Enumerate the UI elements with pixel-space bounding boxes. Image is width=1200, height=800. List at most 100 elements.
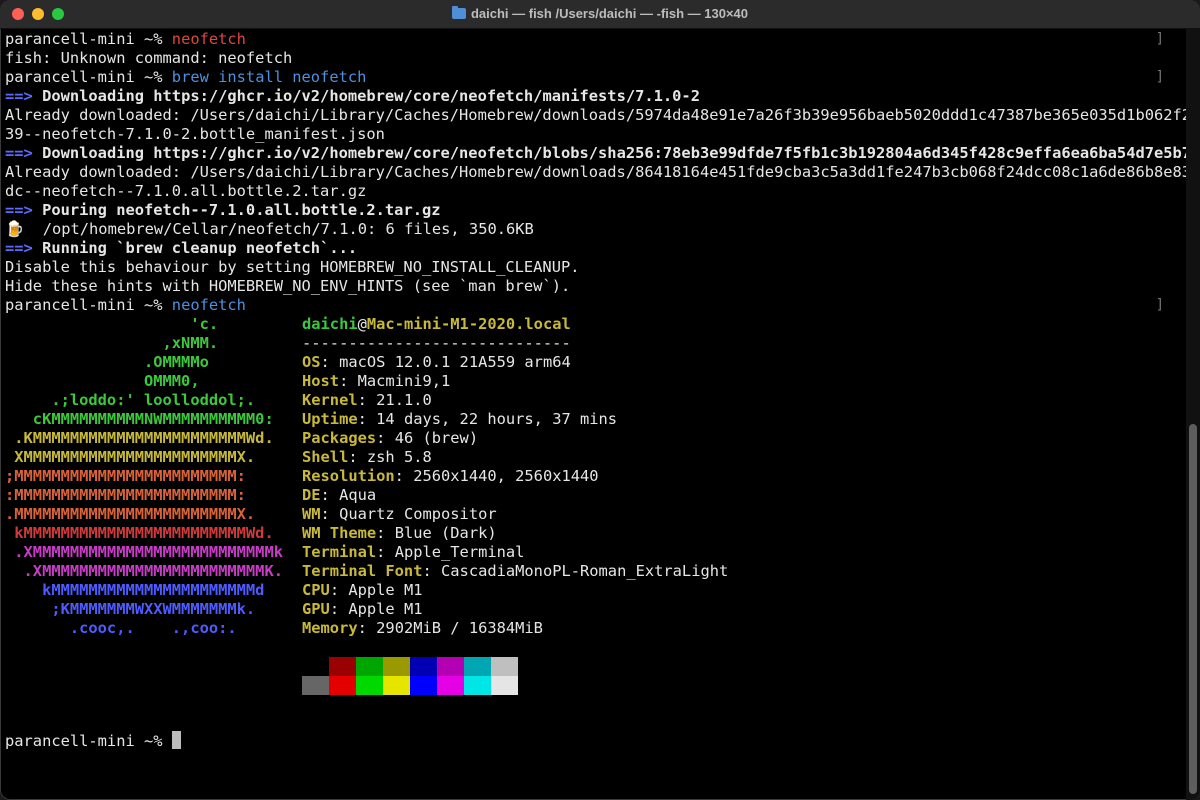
neofetch-value: macOS 12.0.1 21A559 arm64 bbox=[339, 353, 571, 371]
neofetch-user: daichi bbox=[302, 315, 358, 333]
neofetch-value: CascadiaMonoPL-Roman_ExtraLight bbox=[441, 562, 729, 580]
neofetch-key: Host bbox=[302, 372, 340, 390]
folder-icon bbox=[451, 6, 466, 19]
neofetch-key: OS bbox=[302, 353, 321, 371]
neofetch-colon: : bbox=[376, 543, 395, 561]
apple-logo-line: .XMMMMMMMMMMMMMMMMMMMMMMMMK. bbox=[5, 562, 283, 580]
neofetch-value: Apple_Terminal bbox=[394, 543, 525, 561]
neofetch-value: 2902MiB / 16384MiB bbox=[376, 619, 543, 637]
apple-logo-line: ;KMMMMMMMWXXWMMMMMMMk. bbox=[5, 600, 256, 618]
terminal-line: 39--neofetch-7.1.0-2.bottle_manifest.jso… bbox=[5, 125, 385, 144]
neofetch-header: daichi@Mac-mini-M1-2020.local bbox=[302, 315, 571, 334]
output-text: /opt/homebrew/Cellar/neofetch/7.1.0: 6 f… bbox=[24, 220, 534, 238]
terminal-line: Already downloaded: /Users/daichi/Librar… bbox=[5, 163, 1200, 182]
neofetch-colon: : bbox=[422, 562, 442, 580]
neofetch-value: Aqua bbox=[339, 486, 377, 504]
apple-logo-line: .KMMMMMMMMMMMMMMMMMMMMMMMWd. bbox=[5, 429, 274, 447]
terminal-output[interactable]: ] parancell-mini ~% neofetch fish: Unknown… bbox=[0, 29, 1200, 800]
color-swatch bbox=[491, 676, 518, 695]
terminal-line: ==> Downloading https://ghcr.io/v2/homeb… bbox=[5, 144, 1200, 163]
neofetch-colon: : bbox=[357, 391, 377, 409]
neofetch-field: Host: Macmini9,1 bbox=[302, 372, 450, 391]
command-text: brew install neofetch bbox=[171, 68, 367, 86]
neofetch-value: 14 days, 22 hours, 37 mins bbox=[376, 410, 618, 428]
color-swatch bbox=[410, 657, 437, 676]
window-title-text: daichi — fish /Users/daichi — -fish — 13… bbox=[470, 6, 749, 21]
terminal-line: Disable this behaviour by setting HOMEBR… bbox=[5, 258, 580, 277]
neofetch-at: @ bbox=[357, 315, 367, 333]
apple-logo-line: XMMMMMMMMMMMMMMMMMMMMMMMX. bbox=[5, 448, 256, 466]
neofetch-colon: : bbox=[357, 410, 377, 428]
neofetch-key: Memory bbox=[302, 619, 358, 637]
output-bold-text: Downloading https://ghcr.io/v2/homebrew/… bbox=[42, 144, 1200, 162]
neofetch-key: Resolution bbox=[302, 467, 395, 485]
neofetch-value: 21.1.0 bbox=[376, 391, 432, 409]
output-text: Already downloaded: /Users/daichi/Librar… bbox=[5, 163, 1200, 181]
scrollbar-thumb[interactable] bbox=[1189, 424, 1197, 794]
output-text: Hide these hints with HOMEBREW_NO_ENV_HI… bbox=[5, 277, 571, 295]
neofetch-key: Kernel bbox=[302, 391, 358, 409]
arrow-marker: ==> bbox=[5, 201, 43, 219]
neofetch-value: Macmini9,1 bbox=[357, 372, 451, 390]
neofetch-colon: : bbox=[357, 619, 377, 637]
neofetch-value: zsh 5.8 bbox=[366, 448, 432, 466]
color-swatch bbox=[491, 657, 518, 676]
terminal-line: ==> Downloading https://ghcr.io/v2/homeb… bbox=[5, 87, 700, 106]
neofetch-field: Terminal: Apple_Terminal bbox=[302, 543, 524, 562]
neofetch-colon: : bbox=[394, 467, 414, 485]
neofetch-value: Apple M1 bbox=[348, 600, 423, 618]
neofetch-host: Mac-mini-M1-2020.local bbox=[366, 315, 571, 333]
terminal-line: parancell-mini ~% neofetch bbox=[5, 30, 246, 49]
output-text: dc--neofetch--7.1.0.all.bottle.2.tar.gz bbox=[5, 182, 367, 200]
neofetch-value: Quartz Compositor bbox=[339, 505, 497, 523]
neofetch-key: Packages bbox=[302, 429, 377, 447]
color-swatch bbox=[329, 657, 356, 676]
color-swatch bbox=[383, 657, 410, 676]
neofetch-colon: : bbox=[376, 524, 395, 542]
text-cursor bbox=[171, 731, 181, 749]
line-mark: ] bbox=[1155, 297, 1164, 313]
apple-logo-line: .MMMMMMMMMMMMMMMMMMMMMMMMX. bbox=[5, 505, 256, 523]
terminal-line: parancell-mini ~% brew install neofetch bbox=[5, 68, 366, 87]
line-mark: ] bbox=[1155, 69, 1164, 85]
output-text: Already downloaded: /Users/daichi/Librar… bbox=[5, 106, 1200, 124]
apple-logo-line: :MMMMMMMMMMMMMMMMMMMMMMMM: bbox=[5, 486, 246, 504]
neofetch-key: Terminal bbox=[302, 543, 377, 561]
neofetch-colon: : bbox=[376, 429, 395, 447]
prompt: parancell-mini ~% bbox=[5, 732, 172, 750]
neofetch-value: Apple M1 bbox=[348, 581, 423, 599]
neofetch-colon: : bbox=[320, 486, 340, 504]
color-swatch bbox=[383, 676, 410, 695]
neofetch-key: Terminal Font bbox=[302, 562, 423, 580]
apple-logo-line: kMMMMMMMMMMMMMMMMMMMMMMMMWd. bbox=[5, 524, 274, 542]
beer-icon: 🍺 bbox=[5, 220, 25, 238]
command-text: neofetch bbox=[171, 30, 246, 48]
neofetch-value: Blue (Dark) bbox=[394, 524, 497, 542]
neofetch-field: Kernel: 21.1.0 bbox=[302, 391, 432, 410]
neofetch-field: Memory: 2902MiB / 16384MiB bbox=[302, 619, 543, 638]
neofetch-field: Uptime: 14 days, 22 hours, 37 mins bbox=[302, 410, 617, 429]
apple-logo-line: .XMMMMMMMMMMMMMMMMMMMMMMMMMMk bbox=[5, 543, 283, 561]
apple-logo-line: .;loddo:' loolloddol;. bbox=[5, 391, 256, 409]
neofetch-colon: : bbox=[348, 448, 367, 466]
terminal-line: parancell-mini ~% bbox=[5, 731, 181, 751]
terminal-line: dc--neofetch--7.1.0.all.bottle.2.tar.gz bbox=[5, 182, 366, 201]
neofetch-field: DE: Aqua bbox=[302, 486, 376, 505]
line-mark: ] bbox=[1155, 31, 1164, 47]
prompt: parancell-mini ~% bbox=[5, 296, 172, 314]
apple-logo-line: kMMMMMMMMMMMMMMMMMMMMMMd bbox=[5, 581, 265, 599]
neofetch-colon: : bbox=[339, 372, 358, 390]
color-swatch bbox=[302, 676, 329, 695]
neofetch-colon: : bbox=[320, 505, 340, 523]
terminal-window: daichi — fish /Users/daichi — -fish — 13… bbox=[0, 0, 1200, 800]
command-text: neofetch bbox=[171, 296, 246, 314]
color-swatch bbox=[356, 676, 383, 695]
apple-logo-line: 'c. bbox=[5, 315, 219, 333]
terminal-line: fish: Unknown command: neofetch bbox=[5, 49, 292, 68]
color-swatch bbox=[356, 657, 383, 676]
scrollbar[interactable] bbox=[1186, 29, 1200, 800]
apple-logo-line: ,xNMM. bbox=[5, 334, 219, 352]
color-swatch bbox=[437, 657, 464, 676]
color-swatch bbox=[410, 676, 437, 695]
terminal-line: Already downloaded: /Users/daichi/Librar… bbox=[5, 106, 1200, 125]
